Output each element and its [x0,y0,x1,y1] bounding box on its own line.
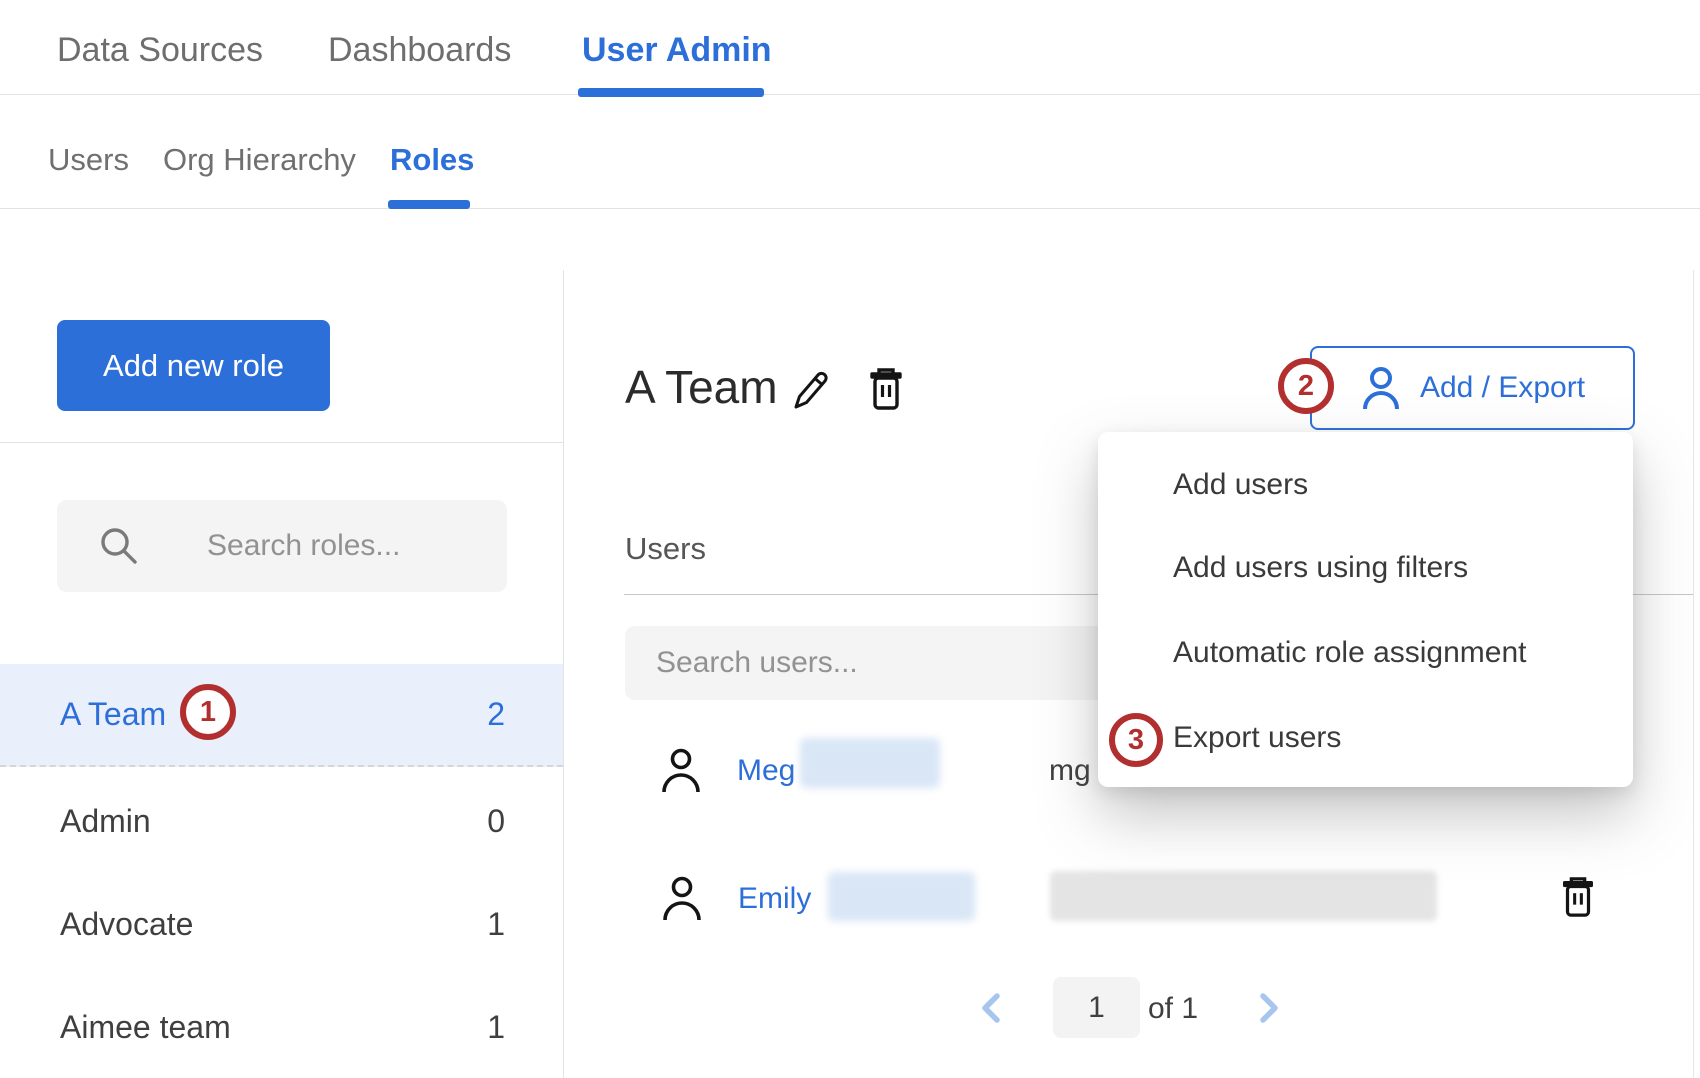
menu-item-add-users-using-filters[interactable]: Add users using filters [1173,537,1488,599]
search-icon [97,524,141,573]
role-name: Admin [60,803,151,840]
active-tab-underline [578,88,764,97]
page-number-input[interactable]: 1 [1053,977,1140,1038]
subnav-divider [0,208,1700,209]
user-icon [1360,365,1402,411]
redacted-email [1050,871,1437,921]
chevron-right-icon [1250,1014,1286,1029]
add-export-menu: Add users Add users using filters Automa… [1098,432,1633,787]
subtab-org-hierarchy[interactable]: Org Hierarchy [163,142,356,178]
add-export-button[interactable]: Add / Export [1310,346,1635,430]
tab-data-sources[interactable]: Data Sources [57,31,263,70]
user-email: mg [1049,754,1091,788]
edit-pencil-icon [789,402,831,417]
user-admin-screen: Data Sources Dashboards User Admin Users… [0,0,1700,1078]
role-name: Advocate [60,906,193,943]
user-name-link[interactable]: Meg [737,754,795,788]
role-name: Aimee team [60,1009,231,1046]
annotation-step-2: 2 [1278,358,1334,414]
role-count: 1 [487,1009,505,1046]
add-new-role-button[interactable]: Add new role [57,320,330,411]
subtab-users[interactable]: Users [48,142,129,178]
role-count: 2 [487,696,505,733]
role-row-advocate[interactable]: Advocate 1 [0,873,563,976]
previous-page-button[interactable] [974,990,1010,1029]
annotation-step-3: 3 [1109,713,1163,767]
user-row-emily: Emily [563,860,1693,945]
menu-item-add-users[interactable]: Add users [1173,454,1328,516]
delete-role-button[interactable] [864,364,908,417]
redacted-surname [800,738,940,788]
role-row-a-team[interactable]: A Team 2 [0,664,563,767]
subtab-roles[interactable]: Roles [390,142,474,178]
tab-user-admin[interactable]: User Admin [582,31,772,70]
page-title: A Team [625,360,778,414]
role-row-aimee-team[interactable]: Aimee team 1 [0,976,563,1078]
add-export-label: Add / Export [1420,371,1585,405]
page-count-label: of 1 [1148,992,1198,1026]
role-row-admin[interactable]: Admin 0 [0,770,563,873]
remove-user-button[interactable] [1557,873,1599,924]
topnav-divider [0,94,1700,95]
users-column-header: Users [625,531,706,567]
active-subtab-underline [388,200,470,209]
tab-dashboards[interactable]: Dashboards [328,31,511,70]
annotation-step-1: 1 [180,684,236,740]
next-page-button[interactable] [1250,990,1286,1029]
role-count: 0 [487,803,505,840]
user-icon [661,875,703,926]
redacted-surname [828,872,975,921]
delete-trash-icon [1557,909,1599,924]
search-roles-box [57,500,507,592]
sidebar-vertical-divider [563,270,564,1078]
menu-item-export-users[interactable]: Export users [1173,707,1361,769]
sidebar-divider [0,442,563,443]
edit-role-button[interactable] [789,368,831,417]
delete-trash-icon [864,402,908,417]
role-count: 1 [487,906,505,943]
user-name-link[interactable]: Emily [738,882,811,916]
chevron-left-icon [974,1014,1010,1029]
user-icon [660,747,702,798]
menu-item-automatic-role-assignment[interactable]: Automatic role assignment [1173,622,1547,684]
role-name: A Team [60,696,166,733]
content-right-border [1693,270,1694,1078]
